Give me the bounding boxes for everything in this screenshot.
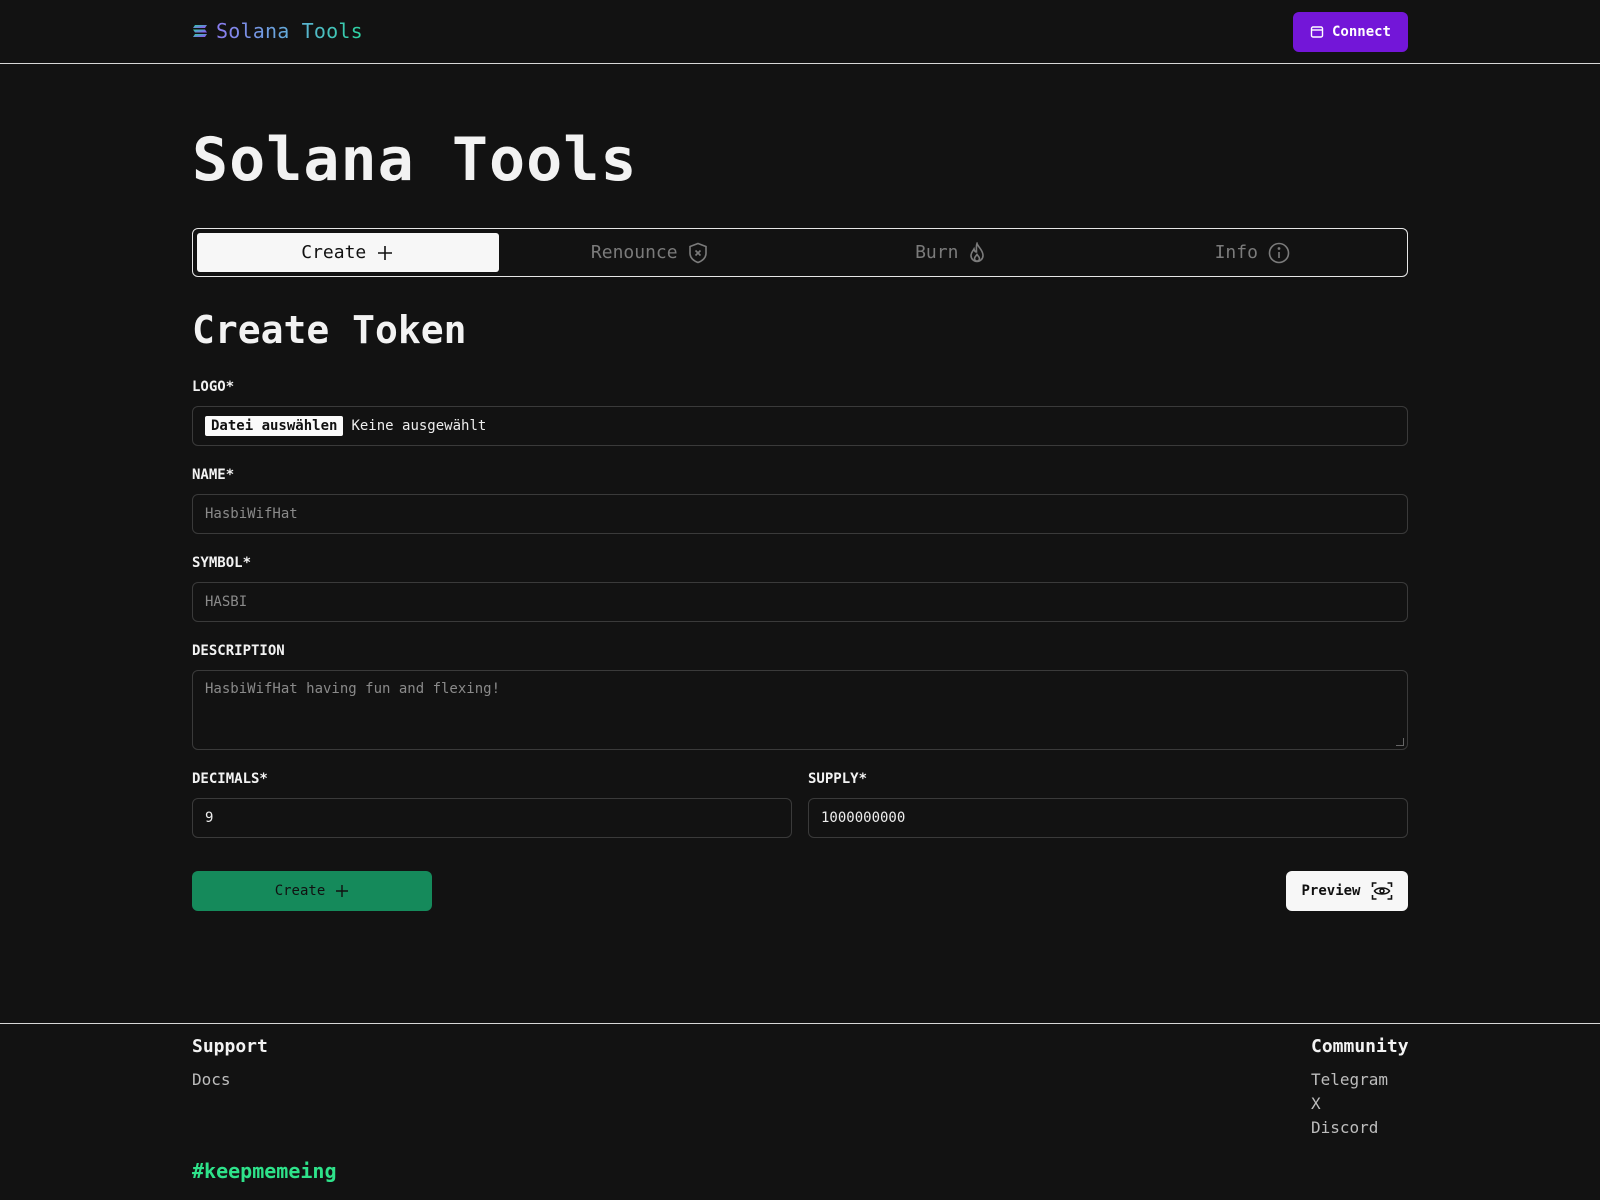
supply-value: 1000000000 (821, 810, 906, 826)
tab-label: Burn (915, 242, 959, 263)
footer-divider (0, 1023, 1600, 1024)
tab-label: Renounce (590, 242, 678, 263)
description-label: DESCRIPTION (192, 643, 285, 659)
symbol-input[interactable]: HASBI (192, 582, 1408, 622)
tab-burn[interactable]: Burn (800, 233, 1102, 272)
tab-create[interactable]: Create (197, 233, 499, 272)
plus-icon (336, 885, 349, 897)
choose-file-button[interactable]: Datei auswählen (205, 416, 344, 436)
symbol-placeholder: HASBI (205, 594, 248, 610)
preview-label: Preview (1301, 883, 1361, 899)
page-title: Solana Tools (192, 125, 638, 195)
supply-label: SUPPLY* (808, 771, 868, 787)
footer-link-telegram[interactable]: Telegram (1311, 1070, 1388, 1089)
footer-link-x[interactable]: X (1311, 1094, 1321, 1113)
solana-logo-icon (193, 25, 207, 37)
plus-icon (378, 245, 393, 260)
footer-link-docs[interactable]: Docs (192, 1070, 231, 1089)
tab-label: Info (1214, 242, 1258, 263)
connect-label: Connect (1331, 24, 1391, 40)
description-textarea[interactable]: HasbiWifHat having fun and flexing! (192, 670, 1408, 750)
wallet-icon (1310, 26, 1324, 38)
community-heading: Community (1311, 1036, 1409, 1057)
preview-button[interactable]: Preview (1286, 871, 1408, 911)
brand-link[interactable]: Solana Tools (192, 19, 363, 43)
name-placeholder: HasbiWifHat (205, 506, 298, 522)
section-title: Create Token (192, 308, 467, 352)
flame-icon (970, 241, 985, 262)
name-label: NAME* (192, 467, 235, 483)
create-label: Create (274, 883, 326, 899)
resize-handle-icon[interactable] (1396, 738, 1404, 746)
description-placeholder: HasbiWifHat having fun and flexing! (205, 681, 501, 697)
brand-name: Solana Tools (216, 19, 363, 43)
top-bar: Solana Tools Connect (0, 0, 1600, 64)
supply-input[interactable]: 1000000000 (808, 798, 1408, 838)
hashtag-tagline: #keepmemeing (192, 1159, 337, 1183)
support-heading: Support (192, 1036, 268, 1057)
footer-link-discord[interactable]: Discord (1311, 1118, 1378, 1137)
decimals-input[interactable]: 9 (192, 798, 792, 838)
connect-button[interactable]: Connect (1293, 12, 1408, 52)
tab-info[interactable]: Info (1102, 233, 1404, 272)
symbol-label: SYMBOL* (192, 555, 252, 571)
tab-bar: Create Renounce Burn Info (192, 228, 1408, 277)
decimals-value: 9 (205, 810, 214, 826)
logo-label: LOGO* (192, 379, 235, 395)
file-status: Keine ausgewählt (351, 418, 487, 434)
eye-scan-icon (1371, 882, 1392, 900)
logo-file-input[interactable]: Datei auswählen Keine ausgewählt (192, 406, 1408, 446)
info-icon (1268, 242, 1290, 263)
tab-renounce[interactable]: Renounce (499, 233, 801, 272)
tab-label: Create (301, 242, 367, 263)
name-input[interactable]: HasbiWifHat (192, 494, 1408, 534)
decimals-label: DECIMALS* (192, 771, 268, 787)
create-token-button[interactable]: Create (192, 871, 432, 911)
shield-x-icon (688, 242, 707, 263)
